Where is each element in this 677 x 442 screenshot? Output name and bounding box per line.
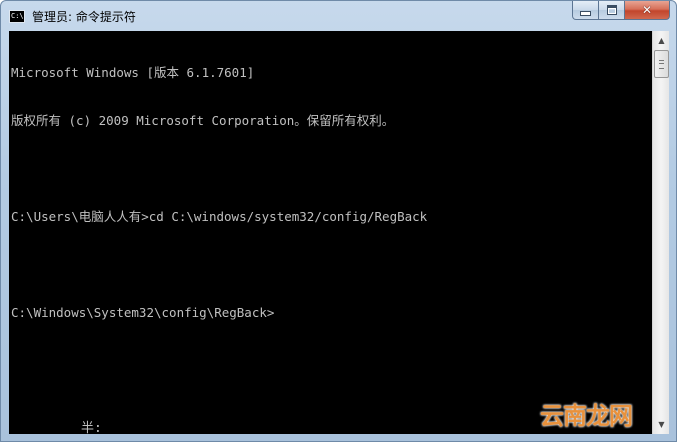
- cmd-icon[interactable]: C:\: [9, 10, 25, 23]
- vertical-scrollbar[interactable]: ▲ ▼: [652, 31, 669, 434]
- window-title: 管理员: 命令提示符: [32, 10, 136, 24]
- console-area[interactable]: Microsoft Windows [版本 6.1.7601] 版权所有 (c)…: [9, 31, 652, 436]
- maximize-icon: [606, 5, 617, 15]
- console-line: Microsoft Windows [版本 6.1.7601]: [11, 65, 255, 80]
- close-button[interactable]: ✕: [625, 1, 670, 20]
- grip-icon: [659, 60, 664, 69]
- scroll-down-arrow-icon[interactable]: ▼: [654, 416, 669, 433]
- console-prompt-line: C:\Windows\System32\config\RegBack>: [11, 305, 275, 320]
- command-prompt-window: C:\ 管理员: 命令提示符 ✕ Microsoft Windows [版本 6…: [0, 0, 677, 442]
- minimize-icon: [580, 10, 591, 16]
- caption-buttons: ✕: [572, 1, 670, 20]
- close-icon: ✕: [641, 3, 653, 17]
- console-line: 版权所有 (c) 2009 Microsoft Corporation。保留所有…: [11, 113, 395, 128]
- scroll-up-arrow-icon[interactable]: ▲: [654, 32, 669, 49]
- console-line: C:\Users\电脑人人有>cd C:\windows/system32/co…: [11, 209, 428, 224]
- title-bar[interactable]: C:\ 管理员: 命令提示符 ✕: [1, 1, 676, 31]
- scroll-thumb[interactable]: [654, 50, 669, 78]
- watermark-logo: 云南龙网: [540, 402, 633, 430]
- maximize-button[interactable]: [599, 1, 625, 20]
- minimize-button[interactable]: [572, 1, 599, 20]
- console-output: Microsoft Windows [版本 6.1.7601] 版权所有 (c)…: [11, 33, 427, 353]
- ime-status-indicator: 半:: [81, 421, 102, 436]
